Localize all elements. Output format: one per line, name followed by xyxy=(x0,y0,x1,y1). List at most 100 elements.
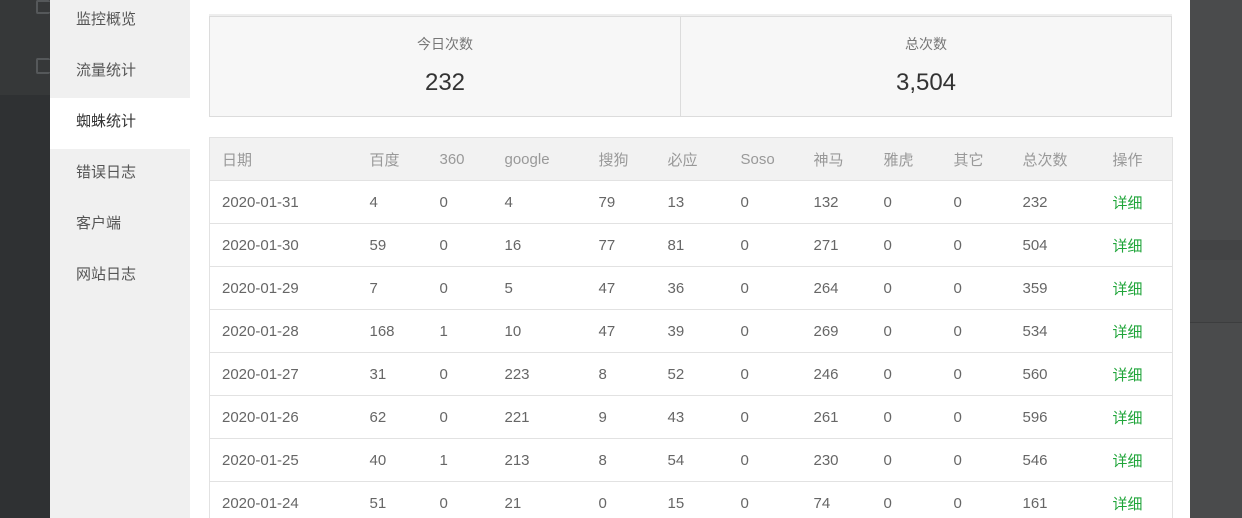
cell-col-date: 2020-01-24 xyxy=(209,481,358,518)
header-col-date: 日期 xyxy=(209,137,358,181)
cell-col-other: 0 xyxy=(941,309,1011,353)
cell-col-total: 560 xyxy=(1010,352,1101,396)
menu-item-error-log[interactable]: 错误日志 xyxy=(50,149,190,200)
cell-col-360: 0 xyxy=(427,395,493,439)
cell-col-google: 5 xyxy=(492,266,587,310)
menu-item-overview[interactable]: 监控概览 xyxy=(50,0,190,47)
cell-col-yahoo: 0 xyxy=(871,309,942,353)
cell-col-yahoo: 0 xyxy=(871,223,942,267)
cell-col-360: 0 xyxy=(427,481,493,518)
background-sidebar xyxy=(0,0,50,518)
cell-col-yahoo: 0 xyxy=(871,395,942,439)
cell-col-other: 0 xyxy=(941,438,1011,482)
background-page xyxy=(1190,0,1242,518)
side-menu: 监控概览 流量统计 蜘蛛统计 错误日志 客户端 网站日志 xyxy=(50,0,190,518)
cell-col-date: 2020-01-27 xyxy=(209,352,358,396)
cell-col-sogou: 8 xyxy=(586,352,656,396)
cell-col-shenma: 261 xyxy=(801,395,872,439)
cell-col-sogou: 0 xyxy=(586,481,656,518)
cell-col-total: 534 xyxy=(1010,309,1101,353)
cell-col-360: 0 xyxy=(427,266,493,310)
cell-col-baidu: 40 xyxy=(357,438,428,482)
cell-col-google: 21 xyxy=(492,481,587,518)
table-row: 2020-01-28 168 1 10 47 39 0 269 0 0 534 详细 xyxy=(209,309,1173,353)
spider-stats-panel: 今日次数 232 总次数 3,504 日期 百度 360 google 搜狗 必应 Soso… xyxy=(209,0,1173,518)
menu-item-site-log[interactable]: 网站日志 xyxy=(50,251,190,302)
cell-col-shenma: 74 xyxy=(801,481,872,518)
cell-col-total: 232 xyxy=(1010,180,1101,224)
detail-link[interactable]: 详细 xyxy=(1100,481,1173,518)
cell-col-360: 0 xyxy=(427,223,493,267)
detail-link[interactable]: 详细 xyxy=(1100,266,1173,310)
cell-col-sogou: 47 xyxy=(586,309,656,353)
header-col-sogou: 搜狗 xyxy=(586,137,656,181)
cell-col-360: 1 xyxy=(427,438,493,482)
background-strip xyxy=(1190,240,1242,260)
cell-col-360: 0 xyxy=(427,180,493,224)
cell-col-shenma: 269 xyxy=(801,309,872,353)
cell-col-google: 16 xyxy=(492,223,587,267)
table-row: 2020-01-24 51 0 21 0 15 0 74 0 0 161 详细 xyxy=(209,481,1173,518)
background-sidebar-band xyxy=(0,0,50,95)
detail-link[interactable]: 详细 xyxy=(1100,180,1173,224)
table-row: 2020-01-26 62 0 221 9 43 0 261 0 0 596 详细 xyxy=(209,395,1173,439)
detail-link[interactable]: 详细 xyxy=(1100,223,1173,267)
cell-col-yahoo: 0 xyxy=(871,352,942,396)
header-col-google: google xyxy=(492,137,587,181)
menu-item-spider[interactable]: 蜘蛛统计 xyxy=(50,98,190,149)
table-header-row: 日期 百度 360 google 搜狗 必应 Soso 神马 雅虎 其它 总次数 操作 xyxy=(209,137,1173,181)
stat-total-label: 总次数 xyxy=(905,36,947,52)
cell-col-other: 0 xyxy=(941,352,1011,396)
table-row: 2020-01-29 7 0 5 47 36 0 264 0 0 359 详细 xyxy=(209,266,1173,310)
cell-col-bing: 39 xyxy=(655,309,729,353)
header-col-bing: 必应 xyxy=(655,137,729,181)
cell-col-bing: 54 xyxy=(655,438,729,482)
cell-col-other: 0 xyxy=(941,223,1011,267)
cell-col-bing: 13 xyxy=(655,180,729,224)
menu-item-traffic[interactable]: 流量统计 xyxy=(50,47,190,98)
cell-col-shenma: 230 xyxy=(801,438,872,482)
cell-col-date: 2020-01-26 xyxy=(209,395,358,439)
header-col-shenma: 神马 xyxy=(801,137,872,181)
cell-col-baidu: 51 xyxy=(357,481,428,518)
header-col-yahoo: 雅虎 xyxy=(871,137,942,181)
cell-col-shenma: 132 xyxy=(801,180,872,224)
cell-col-soso: 0 xyxy=(728,481,802,518)
header-col-soso: Soso xyxy=(728,137,802,181)
cell-col-shenma: 246 xyxy=(801,352,872,396)
cell-col-baidu: 62 xyxy=(357,395,428,439)
cell-col-bing: 15 xyxy=(655,481,729,518)
cell-col-baidu: 59 xyxy=(357,223,428,267)
cell-col-date: 2020-01-25 xyxy=(209,438,358,482)
detail-link[interactable]: 详细 xyxy=(1100,395,1173,439)
stat-today: 今日次数 232 xyxy=(210,17,681,116)
cell-col-shenma: 271 xyxy=(801,223,872,267)
cell-col-total: 359 xyxy=(1010,266,1101,310)
cell-col-yahoo: 0 xyxy=(871,266,942,310)
header-col-total: 总次数 xyxy=(1010,137,1101,181)
cell-col-google: 221 xyxy=(492,395,587,439)
cell-col-date: 2020-01-30 xyxy=(209,223,358,267)
cell-col-yahoo: 0 xyxy=(871,481,942,518)
monitor-modal: 监控概览 流量统计 蜘蛛统计 错误日志 客户端 网站日志 今日次数 232 总次… xyxy=(50,0,1190,518)
cell-col-soso: 0 xyxy=(728,352,802,396)
menu-item-client[interactable]: 客户端 xyxy=(50,200,190,251)
cell-col-google: 4 xyxy=(492,180,587,224)
cell-col-google: 223 xyxy=(492,352,587,396)
stat-total: 总次数 3,504 xyxy=(681,17,1171,116)
header-col-action: 操作 xyxy=(1100,137,1173,181)
header-col-other: 其它 xyxy=(941,137,1011,181)
cell-col-baidu: 4 xyxy=(357,180,428,224)
table-row: 2020-01-30 59 0 16 77 81 0 271 0 0 504 详细 xyxy=(209,223,1173,267)
cell-col-other: 0 xyxy=(941,180,1011,224)
cell-col-sogou: 77 xyxy=(586,223,656,267)
stat-today-label: 今日次数 xyxy=(417,36,473,52)
cell-col-soso: 0 xyxy=(728,395,802,439)
detail-link[interactable]: 详细 xyxy=(1100,438,1173,482)
detail-link[interactable]: 详细 xyxy=(1100,309,1173,353)
cell-col-other: 0 xyxy=(941,481,1011,518)
cell-col-sogou: 47 xyxy=(586,266,656,310)
spider-table: 日期 百度 360 google 搜狗 必应 Soso 神马 雅虎 其它 总次数 操作 2020-01… xyxy=(209,137,1173,518)
background-row xyxy=(1190,260,1242,323)
detail-link[interactable]: 详细 xyxy=(1100,352,1173,396)
